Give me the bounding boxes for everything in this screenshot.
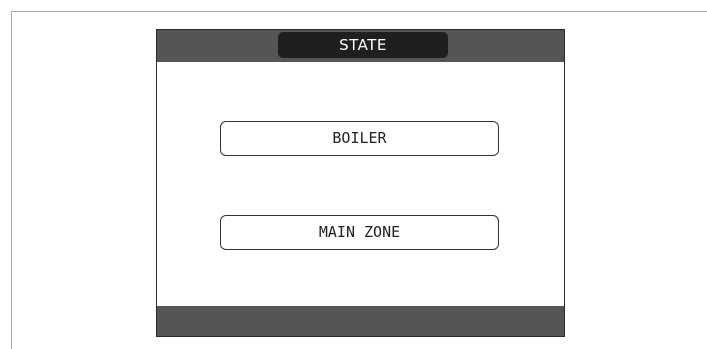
footer-bar xyxy=(157,306,564,336)
screen-title: STATE xyxy=(278,32,448,58)
device-screen: STATE BOILER MAIN ZONE xyxy=(156,29,565,337)
boiler-button[interactable]: BOILER xyxy=(220,121,499,156)
header-bar: STATE xyxy=(157,30,564,62)
main-zone-button[interactable]: MAIN ZONE xyxy=(220,215,499,250)
